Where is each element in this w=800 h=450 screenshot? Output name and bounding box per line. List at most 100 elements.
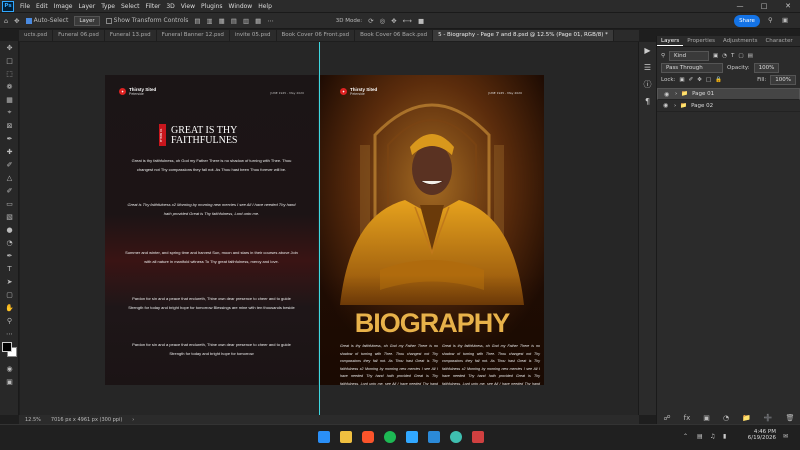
brave-browser-icon[interactable] (362, 431, 374, 443)
crop-tool-icon[interactable]: ⌖ (0, 106, 19, 119)
menu-help[interactable]: Help (255, 3, 275, 10)
add-mask-icon[interactable]: ▣ (703, 414, 710, 422)
lock-paint-icon[interactable]: ✐ (689, 77, 694, 83)
lock-position-icon[interactable]: ✥ (697, 77, 702, 83)
blend-mode-dropdown[interactable]: Pass Through (661, 63, 723, 73)
lasso-tool-icon[interactable]: ❁ (0, 80, 19, 93)
share-button[interactable]: Share (734, 15, 760, 27)
workspace-icon[interactable]: ▣ (782, 16, 788, 24)
windows-start-icon[interactable] (318, 431, 330, 443)
photoshop-app-icon[interactable]: Ps (2, 0, 14, 12)
menu-filter[interactable]: Filter (143, 3, 164, 10)
filter-shape-icon[interactable]: ▢ (738, 53, 743, 59)
fill-input[interactable]: 100% (770, 75, 796, 85)
tab-doc-2[interactable]: Funeral 06.psd (53, 30, 105, 41)
properties-panel-icon[interactable]: ☰ (639, 59, 656, 76)
zoom-level[interactable]: 12.5% (25, 417, 41, 423)
filter-pixel-icon[interactable]: ▣ (713, 53, 718, 59)
photoshop-taskbar-icon[interactable] (406, 431, 418, 443)
layer-row-page-01[interactable]: ◉ › 📁 Page 01 (657, 88, 800, 100)
tab-layers[interactable]: Layers (657, 36, 684, 46)
battery-icon[interactable]: ▮ (723, 433, 726, 440)
type-tool-icon[interactable]: T (0, 262, 19, 275)
tab-character[interactable]: Character (761, 36, 796, 46)
lock-artboard-icon[interactable]: □ (706, 77, 711, 83)
tab-doc-6[interactable]: Book Cover 06 Front.psd (277, 30, 356, 41)
clock[interactable]: 4:46 PM 6/19/2026 (740, 429, 776, 441)
auto-select-checkbox[interactable] (25, 17, 32, 24)
canvas-area[interactable]: ✦ Thirsty Sited Peterside JUNE 1945 - May… (20, 42, 638, 415)
more-options-icon[interactable]: ⋯ (267, 17, 274, 25)
tab-adjustments[interactable]: Adjustments (719, 36, 761, 46)
menu-view[interactable]: View (178, 3, 198, 10)
clone-stamp-tool-icon[interactable]: △ (0, 171, 19, 184)
zoom-tool-icon[interactable]: ⚲ (0, 314, 19, 327)
mail-icon[interactable] (428, 431, 440, 443)
menu-select[interactable]: Select (118, 3, 143, 10)
adjustment-layer-icon[interactable]: ◔ (723, 414, 729, 422)
blur-tool-icon[interactable]: ● (0, 223, 19, 236)
home-icon[interactable]: ⌂ (4, 17, 8, 25)
move-tool-icon[interactable]: ✥ (14, 17, 19, 25)
align-bottom-icon[interactable]: ▦ (255, 17, 261, 25)
file-explorer-icon[interactable] (340, 431, 352, 443)
show-transform-checkbox[interactable] (105, 17, 112, 24)
info-panel-icon[interactable]: ⓘ (639, 76, 656, 93)
layer-style-icon[interactable]: fx (684, 414, 691, 422)
tab-doc-active[interactable]: 5 - Biography - Page 7 and 8.psd @ 12.5%… (433, 30, 614, 41)
new-layer-icon[interactable]: ➕ (764, 414, 773, 422)
align-top-icon[interactable]: ▤ (231, 17, 237, 25)
more-tools-icon[interactable]: ⋯ (0, 327, 19, 340)
hand-tool-icon[interactable]: ✋ (0, 301, 19, 314)
align-center-icon[interactable]: ▥ (206, 17, 212, 25)
link-layers-icon[interactable]: ☍ (664, 414, 671, 422)
notification-bell-icon[interactable]: ✉ (783, 433, 788, 440)
new-group-icon[interactable]: 📁 (742, 414, 751, 422)
menu-edit[interactable]: Edit (33, 3, 51, 10)
menu-file[interactable]: File (17, 3, 33, 10)
edge-browser-icon[interactable] (450, 431, 462, 443)
menu-plugins[interactable]: Plugins (198, 3, 226, 10)
path-select-tool-icon[interactable]: ➤ (0, 275, 19, 288)
move-tool-icon[interactable]: ✥ (0, 41, 19, 54)
quick-mask-icon[interactable]: ◉ (0, 362, 19, 375)
3d-roll-icon[interactable]: ◎ (380, 17, 386, 25)
history-panel-icon[interactable]: ▶ (639, 42, 656, 59)
eraser-tool-icon[interactable]: ▭ (0, 197, 19, 210)
menu-3d[interactable]: 3D (163, 3, 177, 10)
kind-filter-dropdown[interactable]: Kind (669, 51, 710, 61)
dodge-tool-icon[interactable]: ◔ (0, 236, 19, 249)
tab-doc-4[interactable]: Funeral Banner 12.psd (157, 30, 230, 41)
menu-layer[interactable]: Layer (75, 3, 98, 10)
3d-rotate-icon[interactable]: ⟳ (368, 17, 373, 25)
network-icon[interactable]: ▤ (697, 433, 703, 440)
maximize-icon[interactable]: □ (752, 0, 776, 12)
filter-adjust-icon[interactable]: ◔ (722, 53, 727, 59)
gradient-tool-icon[interactable]: ▧ (0, 210, 19, 223)
tab-properties[interactable]: Properties (683, 36, 719, 46)
delete-layer-icon[interactable]: 🗑 (786, 414, 795, 422)
healing-tool-icon[interactable]: ✚ (0, 145, 19, 158)
object-select-tool-icon[interactable]: ▦ (0, 93, 19, 106)
close-icon[interactable]: ✕ (776, 0, 800, 12)
history-brush-tool-icon[interactable]: ✐ (0, 184, 19, 197)
menu-type[interactable]: Type (98, 3, 118, 10)
lock-all-icon[interactable]: 🔒 (715, 77, 722, 83)
menu-image[interactable]: Image (51, 3, 76, 10)
align-right-icon[interactable]: ▦ (219, 17, 225, 25)
minimize-icon[interactable]: — (728, 0, 752, 12)
brush-tool-icon[interactable]: ✐ (0, 158, 19, 171)
visibility-eye-icon[interactable]: ◉ (664, 91, 671, 98)
3d-scale-icon[interactable]: ■ (418, 17, 424, 25)
filter-type-icon[interactable]: T (731, 53, 734, 59)
align-middle-icon[interactable]: ▥ (243, 17, 249, 25)
tab-doc-7[interactable]: Book Cover 06 Back.psd (355, 30, 434, 41)
chevron-right-icon[interactable]: › (674, 103, 676, 109)
align-left-icon[interactable]: ▤ (194, 17, 200, 25)
paragraph-panel-icon[interactable]: ¶ (639, 93, 656, 110)
search-icon[interactable]: ⚲ (768, 16, 773, 24)
tab-doc-3[interactable]: Funeral 13.psd (105, 30, 157, 41)
menu-window[interactable]: Window (226, 3, 256, 10)
volume-icon[interactable]: ♫ (710, 433, 715, 440)
lock-pixels-icon[interactable]: ▣ (679, 77, 684, 83)
